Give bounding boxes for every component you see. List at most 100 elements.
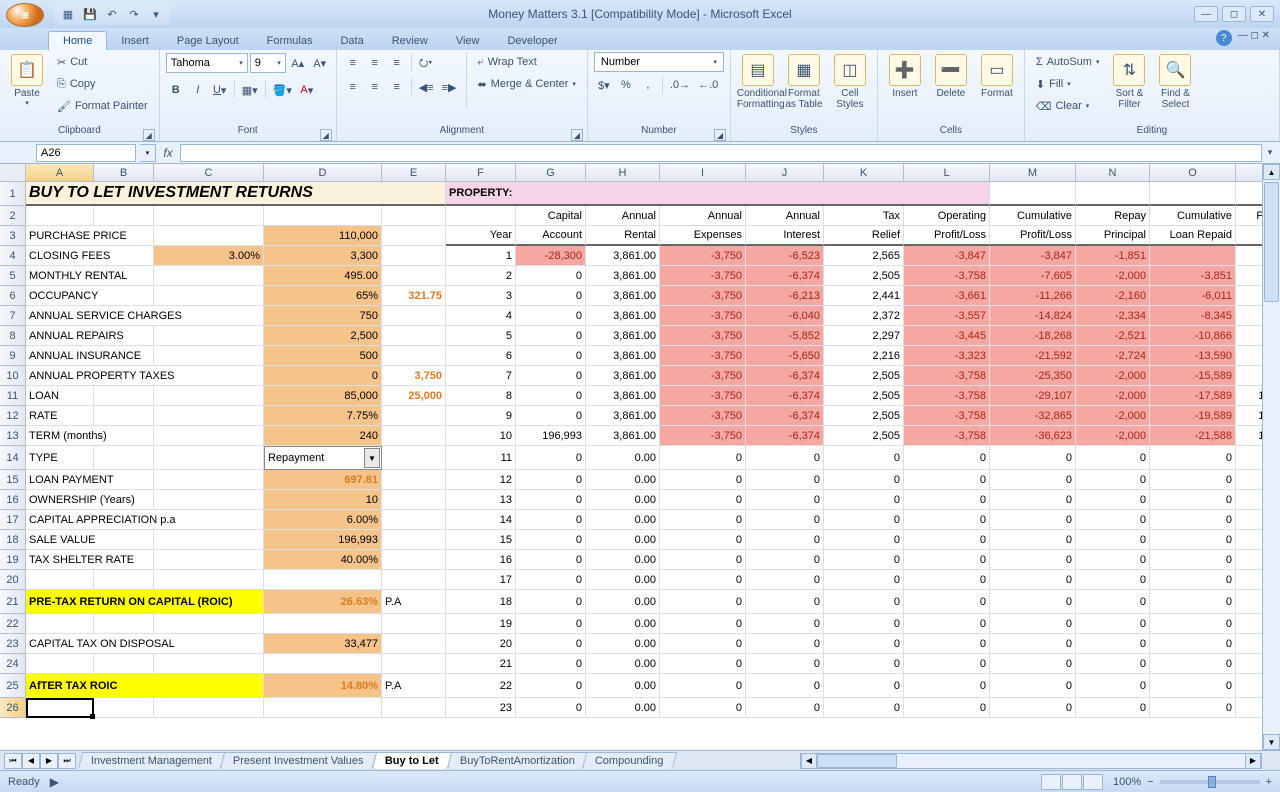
cell[interactable] <box>154 654 264 674</box>
hdr-tax-1[interactable]: Tax <box>824 206 904 226</box>
rent-19[interactable]: 0.00 <box>586 614 660 634</box>
cell[interactable] <box>94 614 154 634</box>
cum-15[interactable]: 0 <box>990 530 1076 550</box>
val-purchase[interactable]: 110,000 <box>264 226 382 246</box>
cell[interactable] <box>1150 182 1236 206</box>
format-painter-button[interactable]: 🖌Format Painter <box>52 96 153 116</box>
tax-20[interactable]: 0 <box>824 634 904 654</box>
cell[interactable] <box>154 426 264 446</box>
row-header-1[interactable]: 1 <box>0 182 26 206</box>
rent-11[interactable]: 0.00 <box>586 446 660 470</box>
row-header-12[interactable]: 12 <box>0 406 26 426</box>
rep-2[interactable]: -2,000 <box>1076 266 1150 286</box>
cum-14[interactable]: 0 <box>990 510 1076 530</box>
number-format-combo[interactable]: Number▾ <box>594 52 724 72</box>
col-header-I[interactable]: I <box>660 164 746 182</box>
rep-21[interactable]: 0 <box>1076 654 1150 674</box>
op-19[interactable]: 0 <box>904 614 990 634</box>
col-header-B[interactable]: B <box>94 164 154 182</box>
cum-17[interactable]: 0 <box>990 570 1076 590</box>
int-6[interactable]: -5,650 <box>746 346 824 366</box>
insert-cells-button[interactable]: ➕Insert <box>884 52 926 99</box>
cell[interactable] <box>94 570 154 590</box>
loan-4[interactable]: -8,345 <box>1150 306 1236 326</box>
cell[interactable] <box>26 614 94 634</box>
exp-8[interactable]: -3,750 <box>660 386 746 406</box>
cap-9[interactable]: 0 <box>516 406 586 426</box>
cell[interactable] <box>382 306 446 326</box>
undo-icon[interactable]: ↶ <box>104 6 120 22</box>
cell[interactable] <box>94 698 154 718</box>
rep-15[interactable]: 0 <box>1076 530 1150 550</box>
dec-decimal-button[interactable]: ←.0 <box>695 75 721 95</box>
year-12[interactable]: 12 <box>446 470 516 490</box>
year-2[interactable]: 2 <box>446 266 516 286</box>
tax-10[interactable]: 2,505 <box>824 426 904 446</box>
tab-insert[interactable]: Insert <box>107 32 163 50</box>
row-header-19[interactable]: 19 <box>0 550 26 570</box>
cell[interactable] <box>990 182 1076 206</box>
cap-2[interactable]: 0 <box>516 266 586 286</box>
int-8[interactable]: -6,374 <box>746 386 824 406</box>
row-header-23[interactable]: 23 <box>0 634 26 654</box>
col-header-C[interactable]: C <box>154 164 264 182</box>
val-rate[interactable]: 7.75% <box>264 406 382 426</box>
cell[interactable] <box>154 346 264 366</box>
lbl-sale[interactable]: SALE VALUE <box>26 530 154 550</box>
last-sheet-button[interactable]: ⏭ <box>58 753 76 769</box>
lbl-rental[interactable]: MONTHLY RENTAL <box>26 266 154 286</box>
year-18[interactable]: 18 <box>446 590 516 614</box>
cell[interactable] <box>154 326 264 346</box>
hdr-cum_loan-2[interactable]: Loan Repaid <box>1150 226 1236 246</box>
row-header-25[interactable]: 25 <box>0 674 26 698</box>
bold-button[interactable]: B <box>166 80 186 100</box>
cell[interactable] <box>264 614 382 634</box>
hdr-interest-1[interactable]: Annual <box>746 206 824 226</box>
col-header-E[interactable]: E <box>382 164 446 182</box>
rep-23[interactable]: 0 <box>1076 698 1150 718</box>
val-aftertax[interactable]: 14.80% <box>264 674 382 698</box>
exp-9[interactable]: -3,750 <box>660 406 746 426</box>
rent-3[interactable]: 3,861.00 <box>586 286 660 306</box>
int-12[interactable]: 0 <box>746 470 824 490</box>
font-size-combo[interactable]: 9▾ <box>250 53 286 73</box>
clear-button[interactable]: ⌫Clear▾ <box>1031 96 1105 116</box>
tab-page-layout[interactable]: Page Layout <box>163 32 253 50</box>
rep-7[interactable]: -2,000 <box>1076 366 1150 386</box>
exp-15[interactable]: 0 <box>660 530 746 550</box>
lbl-loan[interactable]: LOAN <box>26 386 94 406</box>
exp-12[interactable]: 0 <box>660 470 746 490</box>
tax-23[interactable]: 0 <box>824 698 904 718</box>
exp-14[interactable]: 0 <box>660 510 746 530</box>
year-8[interactable]: 8 <box>446 386 516 406</box>
val-proptax-d[interactable]: 0 <box>264 366 382 386</box>
orientation-button[interactable]: ⭮▾ <box>416 53 436 73</box>
col-header-N[interactable]: N <box>1076 164 1150 182</box>
lbl-service[interactable]: ANNUAL SERVICE CHARGES <box>26 306 264 326</box>
percent-button[interactable]: % <box>616 75 636 95</box>
lbl-loanpay[interactable]: LOAN PAYMENT <box>26 470 154 490</box>
year-4[interactable]: 4 <box>446 306 516 326</box>
loan-15[interactable]: 0 <box>1150 530 1236 550</box>
cap-20[interactable]: 0 <box>516 634 586 654</box>
lbl-occ[interactable]: OCCUPANCY <box>26 286 154 306</box>
op-9[interactable]: -3,758 <box>904 406 990 426</box>
rep-14[interactable]: 0 <box>1076 510 1150 530</box>
rent-16[interactable]: 0.00 <box>586 550 660 570</box>
hdr-year-2[interactable]: Year <box>446 226 516 246</box>
col-header-A[interactable]: A <box>26 164 94 182</box>
cell[interactable] <box>154 570 264 590</box>
zoom-thumb[interactable] <box>1208 776 1216 788</box>
normal-view-button[interactable] <box>1041 774 1061 790</box>
tax-15[interactable]: 0 <box>824 530 904 550</box>
lbl-pa2[interactable]: P.A <box>382 674 446 698</box>
year-21[interactable]: 21 <box>446 654 516 674</box>
int-3[interactable]: -6,213 <box>746 286 824 306</box>
int-1[interactable]: -6,523 <box>746 246 824 266</box>
merge-center-button[interactable]: ⬌Merge & Center▾ <box>473 74 581 94</box>
loan-5[interactable]: -10,866 <box>1150 326 1236 346</box>
cum-8[interactable]: -29,107 <box>990 386 1076 406</box>
rent-21[interactable]: 0.00 <box>586 654 660 674</box>
lbl-term[interactable]: TERM (months) <box>26 426 154 446</box>
col-header-D[interactable]: D <box>264 164 382 182</box>
